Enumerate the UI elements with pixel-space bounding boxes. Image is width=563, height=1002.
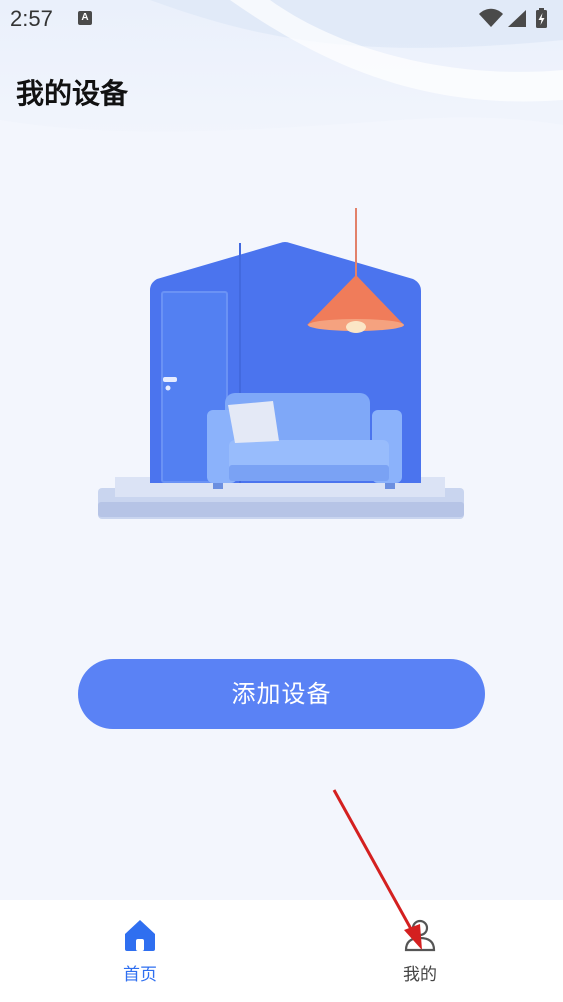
user-icon xyxy=(402,917,438,953)
page-title: 我的设备 xyxy=(16,77,129,110)
add-device-button[interactable]: 添加设备 xyxy=(78,659,485,729)
nav-label-mine: 我的 xyxy=(403,965,437,985)
home-icon xyxy=(122,917,158,953)
nav-label-home: 首页 xyxy=(123,965,157,985)
a-letter-icon: A xyxy=(78,11,92,25)
nav-item-mine[interactable]: 我的 xyxy=(320,900,520,1002)
bottom-nav: 首页 我的 xyxy=(0,900,563,1002)
battery-charging-icon xyxy=(536,8,547,28)
living-room-house-illustration xyxy=(95,205,470,525)
status-icons xyxy=(478,8,553,30)
wifi-icon xyxy=(479,8,503,27)
signal-icon xyxy=(508,10,526,27)
status-time: 2:57 xyxy=(10,6,53,31)
status-bar: 2:57 A xyxy=(0,0,563,40)
nav-item-home[interactable]: 首页 xyxy=(40,900,240,1002)
